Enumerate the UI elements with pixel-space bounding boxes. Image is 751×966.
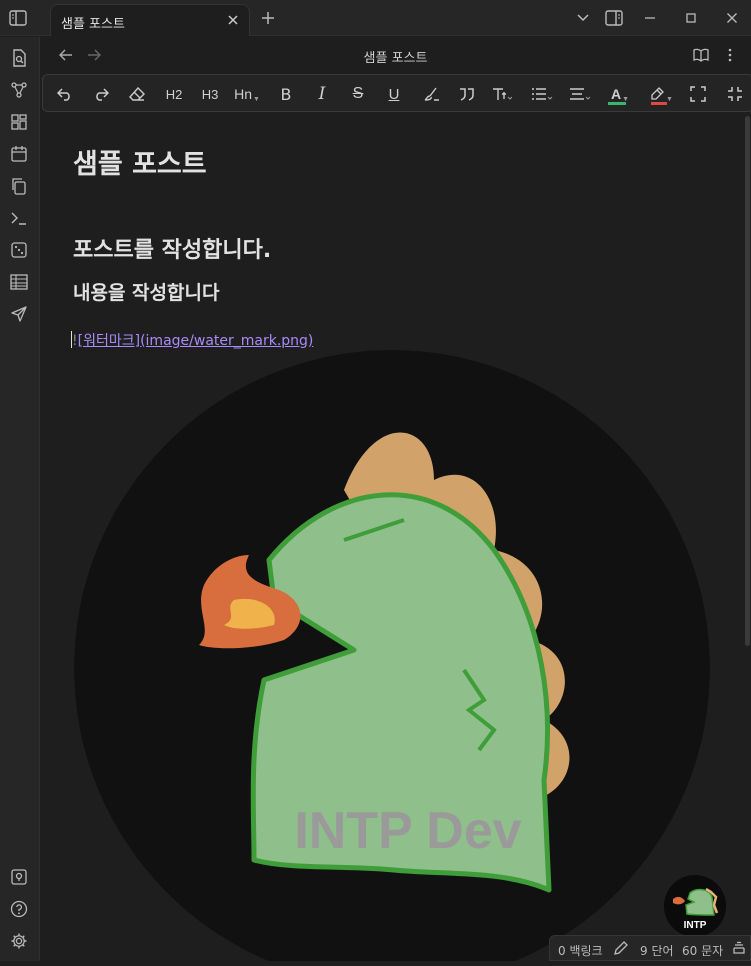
dropdown-caret-icon: ▼ — [622, 95, 630, 103]
left-ribbon — [0, 37, 40, 961]
view-header: 샘플 포스트 — [40, 37, 751, 73]
maximize-icon[interactable] — [681, 8, 701, 28]
dropdown-caret-icon: ▼ — [252, 95, 260, 103]
avatar: INTP — [664, 875, 726, 937]
help-icon[interactable] — [8, 898, 30, 920]
char-count: 60 문자 — [682, 944, 724, 958]
heading-3-button[interactable]: H3 — [198, 83, 222, 105]
exit-fullscreen-icon[interactable] — [723, 83, 747, 105]
editing-toolbar: H2 H3 Hn ▼ B I S U A ▼ ▼ — [42, 74, 751, 112]
title-bar: 샘플 포스트 — [0, 0, 751, 36]
bold-label: B — [280, 84, 292, 104]
more-options-icon[interactable] — [720, 45, 740, 65]
highlight-dropdown[interactable]: ▼ — [647, 83, 675, 105]
heading-n-dropdown[interactable]: Hn ▼ — [233, 83, 261, 105]
bold-button[interactable]: B — [274, 83, 298, 105]
underline-label: U — [388, 85, 400, 103]
font-color-dropdown[interactable]: A ▼ — [606, 83, 634, 105]
heading-2-label: H2 — [165, 86, 183, 102]
strikethrough-button[interactable]: S — [346, 83, 370, 105]
eraser-icon[interactable] — [125, 83, 149, 105]
word-count: 9 단어 — [640, 944, 674, 958]
canvas-icon[interactable] — [8, 111, 30, 133]
copy-icon[interactable] — [8, 175, 30, 197]
quick-switcher-icon[interactable] — [8, 47, 30, 69]
blockquote-icon[interactable] — [455, 83, 479, 105]
heading-n-label: Hn — [234, 86, 252, 102]
heading-3-label: H3 — [201, 86, 219, 102]
heading-1[interactable]: 샘플 포스트 — [73, 142, 207, 181]
right-sidebar-toggle-icon[interactable] — [604, 8, 624, 28]
undo-icon[interactable] — [53, 83, 77, 105]
scroll-thumb[interactable] — [745, 116, 750, 646]
backlinks-count[interactable]: 0 백링크 — [558, 942, 603, 959]
embed-url[interactable]: (image/water_mark.png) — [140, 333, 313, 349]
send-icon[interactable] — [8, 303, 30, 325]
list-dropdown-icon[interactable] — [528, 83, 556, 105]
embed-alt-text[interactable]: [워터마크] — [78, 333, 140, 349]
heading-2-button[interactable]: H2 — [162, 83, 186, 105]
dice-icon[interactable] — [8, 239, 30, 261]
watermark-caption: INTP Dev — [294, 802, 521, 860]
status-bar: 0 백링크 9 단어 60 문자 — [549, 935, 751, 961]
font-color-label: A — [610, 86, 622, 102]
align-dropdown-icon[interactable] — [566, 83, 594, 105]
reading-view-book-icon[interactable] — [691, 45, 711, 65]
calendar-icon[interactable] — [8, 143, 30, 165]
sidebar-toggle-icon[interactable] — [8, 8, 28, 28]
tab-sample-post[interactable]: 샘플 포스트 — [50, 4, 250, 36]
text-format-dropdown-icon[interactable] — [490, 83, 514, 105]
terminal-icon[interactable] — [8, 207, 30, 229]
minimize-icon[interactable] — [640, 8, 660, 28]
strikethrough-label: S — [352, 85, 364, 102]
underline-button[interactable]: U — [382, 83, 406, 105]
image-embed-link[interactable]: ![워터마크](image/water_mark.png) — [71, 330, 313, 350]
vault-switcher-icon[interactable] — [8, 866, 30, 888]
italic-button[interactable]: I — [310, 83, 334, 105]
format-brush-icon[interactable] — [420, 83, 444, 105]
new-tab-icon[interactable] — [258, 8, 278, 28]
dropdown-caret-icon: ▼ — [666, 95, 673, 103]
graph-view-icon[interactable] — [8, 79, 30, 101]
view-title[interactable]: 샘플 포스트 — [40, 47, 751, 66]
highlight-swatch — [651, 102, 667, 105]
tab-title: 샘플 포스트 — [61, 17, 125, 32]
settings-gear-icon[interactable] — [8, 930, 30, 952]
chevron-down-icon[interactable] — [573, 8, 593, 28]
heading-3[interactable]: 내용을 작성합니다 — [73, 278, 219, 305]
italic-label: I — [318, 84, 326, 104]
edit-pencil-icon[interactable] — [614, 941, 628, 958]
fullscreen-icon[interactable] — [686, 83, 710, 105]
redo-icon[interactable] — [89, 83, 113, 105]
close-icon[interactable] — [225, 12, 241, 28]
table-icon[interactable] — [8, 271, 30, 293]
watermark-image[interactable]: INTP Dev — [74, 350, 710, 966]
editor-scrollbar[interactable] — [744, 112, 751, 961]
window-close-icon[interactable] — [722, 8, 742, 28]
sync-stack-icon[interactable] — [732, 941, 746, 958]
editor-content[interactable]: 샘플 포스트 포스트를 작성합니다. 내용을 작성합니다 ![워터마크](ima… — [40, 112, 744, 966]
avatar-caption: INTP — [684, 920, 707, 931]
heading-2[interactable]: 포스트를 작성합니다. — [73, 232, 271, 264]
